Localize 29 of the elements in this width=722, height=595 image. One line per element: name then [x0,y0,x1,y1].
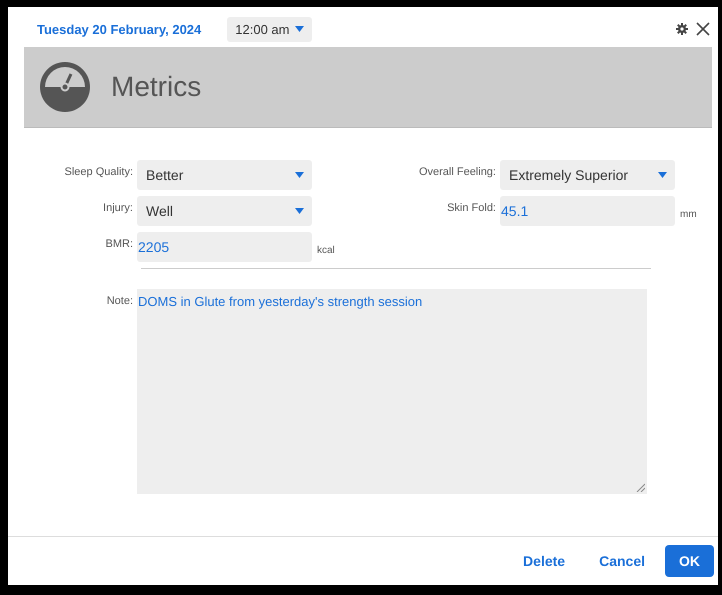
caret-icon [295,208,304,214]
banner-title: Metrics [111,71,202,103]
unit-label: kcal [317,244,335,256]
select-field[interactable]: Well [137,196,312,226]
caret-icon [295,26,304,32]
input-field[interactable]: 45.1 [500,196,675,226]
unit-label: mm [680,208,697,220]
note-text: DOMS in Glute from yesterday's strength session [138,294,422,309]
resize-grip-icon[interactable] [636,483,645,492]
field-label: Note: [106,294,133,309]
select-field[interactable]: Better [137,160,312,190]
field-label: BMR: [104,237,133,250]
text-button[interactable]: Delete [509,545,580,577]
field-label: Sleep Quality: [64,165,133,178]
note-textarea[interactable]: DOMS in Glute from yesterday's strength session [137,289,647,494]
field-label: Skin Fold: [446,201,496,214]
input-field[interactable]: 2205 [137,232,312,262]
field-label: Injury: [102,201,133,214]
settings-icon[interactable] [676,23,688,35]
select-field[interactable]: Extremely Superior [500,160,675,190]
time-dropdown[interactable]: 12:00 am [227,16,312,42]
ok-button[interactable]: OK [665,545,714,577]
gauge-icon [39,61,91,113]
caret-icon [658,172,667,178]
close-icon[interactable] [696,22,710,36]
text-button[interactable]: Cancel [585,545,659,577]
date-link[interactable]: Tuesday 20 February, 2024 [37,22,202,36]
caret-icon [295,172,304,178]
field-label: Overall Feeling: [418,165,496,178]
